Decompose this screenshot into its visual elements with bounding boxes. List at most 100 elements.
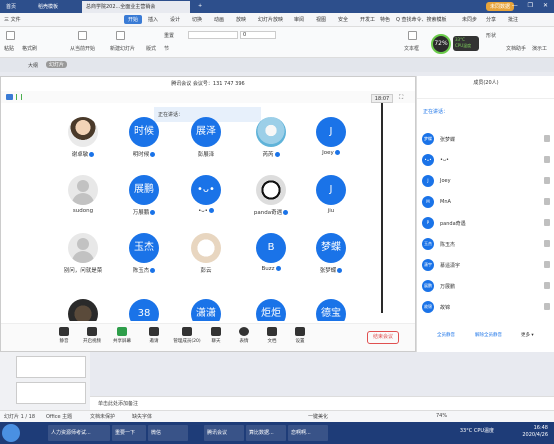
microphone-icon[interactable] <box>544 282 550 289</box>
participant-tile[interactable]: Jjiu <box>301 175 361 223</box>
missing-font[interactable]: 缺失字体 <box>132 413 152 420</box>
menu-security[interactable]: 安全 <box>338 16 348 23</box>
menu-animation[interactable]: 动画 <box>214 16 224 23</box>
menu-design[interactable]: 设计 <box>170 16 180 23</box>
participant-tile[interactable]: 展泽 彭展泽 <box>176 117 236 165</box>
microphone-icon[interactable] <box>544 261 550 268</box>
new-tab-button[interactable]: + <box>194 1 204 13</box>
participant-tile[interactable]: sudong <box>53 175 113 223</box>
video-button[interactable]: 开启视频 <box>81 327 103 344</box>
microphone-icon[interactable] <box>544 303 550 310</box>
participant-tile[interactable]: 德宝 <box>301 299 361 321</box>
task-wechat[interactable]: 微信 <box>148 425 188 441</box>
participant-tile[interactable] <box>53 299 113 321</box>
task-compare-data[interactable]: 算比数据... <box>246 425 286 441</box>
format-painter-label[interactable]: 格式刷 <box>22 45 37 52</box>
end-meeting-button[interactable]: 结束会议 <box>367 331 399 344</box>
task-tencent-meeting[interactable]: 腾讯会议 <box>204 425 244 441</box>
participant-tile[interactable]: 谢卓敏 <box>53 117 113 165</box>
member-row[interactable]: 展鹏 万展鹏 <box>422 279 550 293</box>
emoji-button[interactable]: 表情 <box>233 327 255 344</box>
menu-developer[interactable]: 开发工 <box>360 16 375 23</box>
window-controls[interactable]: — ❐ ✕ <box>512 2 552 9</box>
slide-thumbnail[interactable] <box>16 356 86 378</box>
shape-button[interactable]: 形状 <box>486 32 496 39</box>
clock[interactable]: 16:48 2020/4/26 <box>522 425 548 439</box>
font-size-select[interactable]: 0 <box>240 31 276 39</box>
menu-transition[interactable]: 切换 <box>192 16 202 23</box>
reset-button[interactable]: 重置 <box>164 32 174 39</box>
from-current-button[interactable]: 从当前开始 <box>70 45 95 52</box>
member-row[interactable]: 潇宇 慕遥潇宇 <box>422 258 550 272</box>
participant-tile[interactable]: 炬炬 <box>241 299 301 321</box>
section-button[interactable]: 节 <box>164 45 169 52</box>
share-screen-button[interactable]: 共享屏幕 <box>111 327 133 344</box>
start-button[interactable] <box>2 424 20 442</box>
member-row[interactable]: Ppanda奇遇 <box>422 216 550 230</box>
tab-document[interactable]: 总商学院202...全面业主营销会 <box>82 1 190 13</box>
slides-tab[interactable]: 幻灯片 <box>46 61 68 68</box>
panel-divider[interactable] <box>381 103 383 313</box>
microphone-icon[interactable] <box>544 198 550 205</box>
zoom-level[interactable]: 74% <box>436 413 447 419</box>
member-row[interactable]: M MnA <box>422 195 550 209</box>
invite-button[interactable]: 邀请 <box>143 327 165 344</box>
performance-gauge[interactable]: 72% <box>431 34 451 54</box>
menu-review[interactable]: 审阅 <box>294 16 304 23</box>
microphone-icon[interactable] <box>544 177 550 184</box>
settings-button[interactable]: 设置 <box>289 327 311 344</box>
more-button[interactable]: 更多 ▾ <box>521 332 534 338</box>
member-row[interactable]: 玉杰 陈玉杰 <box>422 237 550 251</box>
participant-tile[interactable]: 别问，问就是菜 <box>53 233 113 281</box>
outline-tab[interactable]: 大纲 <box>28 62 38 69</box>
account-button[interactable]: 未同数据 <box>485 2 514 11</box>
tab-docer[interactable]: 稻壳模板 <box>34 1 80 13</box>
member-row[interactable]: J Joey <box>422 174 550 188</box>
participant-tile[interactable]: 时候 明时候 <box>114 117 174 165</box>
font-family-select[interactable] <box>188 31 238 39</box>
member-row[interactable]: •ᴗ• •ᴗ• <box>422 153 550 167</box>
docs-button[interactable]: 文档 <box>261 327 283 344</box>
share-button[interactable]: 分享 <box>486 16 496 23</box>
layout-button[interactable]: 版式 <box>146 45 156 52</box>
member-row[interactable]: 梦蝶 张梦蝶 <box>422 132 550 146</box>
menu-special[interactable]: 特色 <box>380 16 390 23</box>
menu-slide-show[interactable]: 幻灯片放映 <box>258 16 283 23</box>
slide-thumbnail[interactable] <box>16 382 86 404</box>
manage-members-button[interactable]: 管理成员(20) <box>171 327 203 344</box>
paste-icon[interactable] <box>6 31 15 40</box>
fullscreen-icon[interactable]: ⛶ <box>399 94 403 102</box>
participant-tile[interactable]: 38 <box>114 299 174 321</box>
task-important[interactable]: 重要一下 <box>112 425 146 441</box>
task-hr-exam[interactable]: 人力资源师考试... <box>48 425 110 441</box>
participant-tile[interactable]: panda奇遇 <box>241 175 301 223</box>
participant-tile[interactable]: B Buzz <box>241 233 301 281</box>
task-love[interactable]: 恋啊啊... <box>288 425 328 441</box>
menu-slideshow[interactable]: 放映 <box>236 16 246 23</box>
doc-assistant-button[interactable]: 文档助手 <box>506 45 526 52</box>
presentation-tools-button[interactable]: 演示工 <box>532 45 547 52</box>
textbox-button[interactable]: 文本框 <box>404 45 419 52</box>
participant-tile[interactable]: J Joey <box>301 117 361 165</box>
member-row[interactable]: 故锦 故锦 <box>422 300 550 314</box>
sync-status[interactable]: 未同步 <box>462 16 477 23</box>
participant-tile[interactable]: •ᴗ• •ᴗ• <box>176 175 236 223</box>
new-slide-icon[interactable] <box>116 31 125 40</box>
protect-status[interactable]: 文档未保护 <box>90 413 115 420</box>
microphone-icon[interactable] <box>544 135 550 142</box>
tab-home[interactable]: 首页 <box>2 1 32 13</box>
participant-tile[interactable]: 梦蝶 张梦蝶 <box>301 233 361 281</box>
participant-tile[interactable]: 彭云 <box>176 233 236 281</box>
participant-tile[interactable]: 展鹏 万展鹏 <box>114 175 174 223</box>
beautify-button[interactable]: 一键美化 <box>308 413 328 420</box>
mute-all-button[interactable]: 全员静音 <box>437 332 455 338</box>
microphone-icon[interactable] <box>544 219 550 226</box>
microphone-icon[interactable] <box>544 240 550 247</box>
menu-view[interactable]: 视图 <box>316 16 326 23</box>
mute-button[interactable]: 静音 <box>53 327 75 344</box>
search-command[interactable]: Q 查找命令、搜索模板 <box>396 16 447 23</box>
participant-tile[interactable]: 潇潇 <box>176 299 236 321</box>
shield-icon[interactable] <box>6 94 13 100</box>
textbox-icon[interactable] <box>408 31 417 40</box>
play-icon[interactable] <box>78 31 87 40</box>
